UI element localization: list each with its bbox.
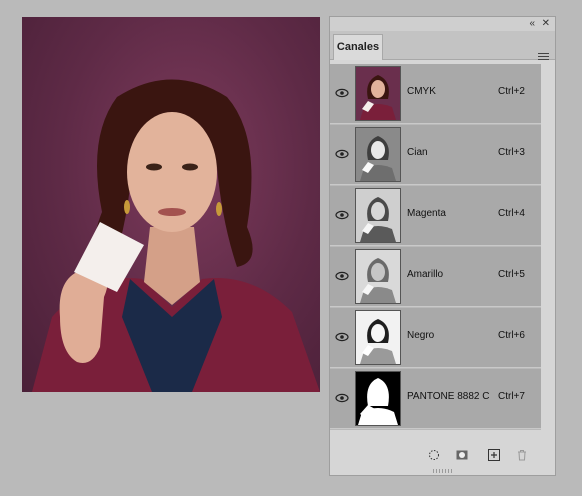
document-image <box>22 17 320 392</box>
panel-titlebar: « ✕ <box>330 17 555 31</box>
channel-shortcut: Ctrl+6 <box>498 330 525 341</box>
channel-row-cian[interactable]: Cian Ctrl+3 <box>330 125 541 185</box>
channel-shortcut: Ctrl+3 <box>498 147 525 158</box>
channel-name: Cian <box>407 147 428 158</box>
channel-thumbnail <box>355 249 401 304</box>
panel-menu-icon[interactable] <box>538 53 549 61</box>
channel-name: Negro <box>407 330 435 341</box>
channel-row-cmyk[interactable]: CMYK Ctrl+2 <box>330 64 541 124</box>
channel-thumbnail <box>355 66 401 121</box>
channel-shortcut: Ctrl+4 <box>498 208 525 219</box>
channel-list-scrollbar[interactable] <box>541 64 555 430</box>
channel-name: PANTONE 8882 C <box>407 391 490 402</box>
eye-icon[interactable] <box>335 269 349 283</box>
channel-list: CMYK Ctrl+2 Cian Ctrl+3 Magenta Ctrl+4 A… <box>330 64 541 430</box>
channel-row-negro[interactable]: Negro Ctrl+6 <box>330 308 541 368</box>
channel-row-amarillo[interactable]: Amarillo Ctrl+5 <box>330 247 541 307</box>
channel-shortcut: Ctrl+7 <box>498 391 525 402</box>
channel-name: Magenta <box>407 208 446 219</box>
close-icon[interactable]: ✕ <box>542 17 550 31</box>
channel-shortcut: Ctrl+2 <box>498 86 525 97</box>
eye-icon[interactable] <box>335 147 349 161</box>
channels-panel: « ✕ Canales CMYK Ctrl+2 Cian Ctrl+3 Mage… <box>329 16 556 476</box>
channel-name: CMYK <box>407 86 436 97</box>
mask-icon[interactable] <box>456 449 468 461</box>
eye-icon[interactable] <box>335 86 349 100</box>
eye-icon[interactable] <box>335 391 349 405</box>
channel-row-magenta[interactable]: Magenta Ctrl+4 <box>330 186 541 246</box>
panel-footer <box>330 433 555 473</box>
new-channel-icon[interactable] <box>488 449 500 461</box>
resize-grip[interactable] <box>433 469 453 473</box>
panel-tab-row: Canales <box>330 31 555 60</box>
channel-thumbnail <box>355 371 401 426</box>
eye-icon[interactable] <box>335 330 349 344</box>
tab-channels[interactable]: Canales <box>333 34 383 60</box>
channel-thumbnail <box>355 127 401 182</box>
channel-thumbnail <box>355 310 401 365</box>
trash-icon[interactable] <box>516 449 528 461</box>
channel-row-pantone[interactable]: PANTONE 8882 C Ctrl+7 <box>330 369 541 429</box>
dotted-circle-icon[interactable] <box>428 449 440 461</box>
channel-name: Amarillo <box>407 269 444 280</box>
channel-thumbnail <box>355 188 401 243</box>
channel-shortcut: Ctrl+5 <box>498 269 525 280</box>
eye-icon[interactable] <box>335 208 349 222</box>
double-chevron-icon[interactable]: « <box>529 17 535 31</box>
